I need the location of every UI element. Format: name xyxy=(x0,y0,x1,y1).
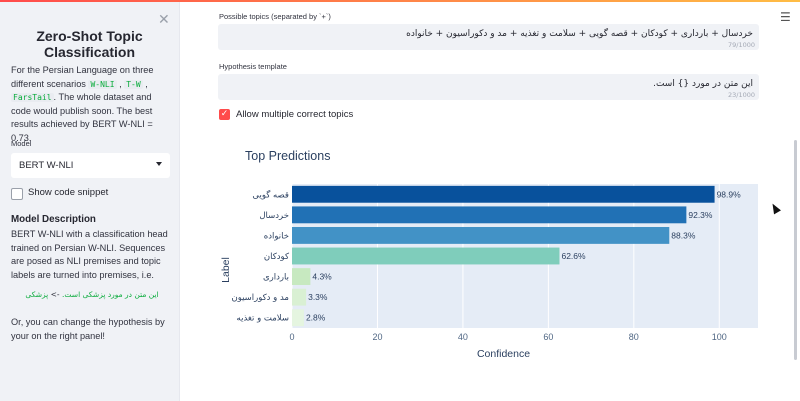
y-tick-label: مد و دکوراسیون xyxy=(231,293,289,303)
bar-value-label: 92.3% xyxy=(688,210,713,220)
y-tick-label: بارداری xyxy=(263,273,289,283)
arrow-icon: -> xyxy=(50,290,60,299)
model-select[interactable]: BERT W-NLI xyxy=(11,153,170,178)
scenario-code-farstail: FarsTail xyxy=(11,93,54,102)
x-tick-label: 40 xyxy=(458,332,468,342)
bar-value-label: 88.3% xyxy=(671,230,696,240)
x-axis-label: Confidence xyxy=(477,348,530,360)
show-code-checkbox[interactable] xyxy=(11,188,23,200)
sidebar-intro: For the Persian Language on three differ… xyxy=(11,65,154,143)
chevron-down-icon xyxy=(156,162,162,166)
example-hypothesis: این متن در مورد پزشکی است. xyxy=(62,290,159,299)
x-tick-label: 20 xyxy=(372,332,382,342)
x-tick-label: 0 xyxy=(289,332,294,342)
close-sidebar-icon[interactable]: ✕ xyxy=(158,12,170,28)
bar-value-label: 3.3% xyxy=(308,292,328,302)
multiple-topics-label: Allow multiple correct topics xyxy=(236,109,354,120)
x-tick-label: 80 xyxy=(629,332,639,342)
y-axis-label: Label xyxy=(220,257,232,283)
y-tick-label: قصه گویی xyxy=(252,189,289,200)
y-tick-label: خردسال xyxy=(259,211,289,221)
x-tick-label: 100 xyxy=(712,332,727,342)
bar-value-label: 2.8% xyxy=(306,313,326,323)
mouse-cursor-icon xyxy=(769,201,781,215)
topics-label: Possible topics (separated by `+`) xyxy=(219,12,331,21)
hypothesis-value: این متن در مورد {} است. xyxy=(653,79,753,89)
model-description-heading: Model Description xyxy=(11,214,96,225)
sidebar-outro: Or, you can change the hypothesis by you… xyxy=(11,317,165,341)
bar[interactable] xyxy=(292,288,307,306)
x-tick-label: 60 xyxy=(543,332,553,342)
chart-title: Top Predictions xyxy=(245,149,331,163)
y-tick-label: کودکان xyxy=(264,252,290,262)
y-tick-label: سلامت و تغذیه xyxy=(237,314,289,324)
scenario-code-w-nli: W-NLI xyxy=(88,79,117,89)
predictions-chart: قصه گویی خردسال خانواده کودکان بارداری مد و د… xyxy=(220,184,758,360)
scenario-code-t-w: T-W xyxy=(124,79,143,89)
model-description-text: BERT W-NLI with a classification head tr… xyxy=(11,229,168,280)
bar[interactable] xyxy=(292,309,304,327)
hypothesis-label: Hypothesis template xyxy=(219,62,287,71)
multiple-topics-checkbox[interactable]: ✓ xyxy=(219,109,230,120)
bar[interactable] xyxy=(292,185,715,203)
topics-value: خردسال + بارداری + کودکان + قصه گویی + س… xyxy=(406,29,753,39)
topics-char-count: 79/1000 xyxy=(727,41,755,49)
bar[interactable] xyxy=(292,268,311,286)
sidebar: ✕ Zero-Shot Topic Classification For the… xyxy=(0,2,180,401)
bar[interactable] xyxy=(292,226,670,244)
hypothesis-char-count: 23/1000 xyxy=(727,91,755,99)
sidebar-title: Zero-Shot Topic Classification xyxy=(36,28,143,60)
bar-value-label: 98.9% xyxy=(717,189,742,199)
example-mapping: این متن در مورد پزشکی است. -> پزشکی xyxy=(11,290,173,299)
bar-value-label: 4.3% xyxy=(312,272,332,282)
topics-textarea[interactable]: خردسال + بارداری + کودکان + قصه گویی + س… xyxy=(218,24,759,50)
example-label: پزشکی xyxy=(25,290,49,299)
scrollbar[interactable] xyxy=(794,140,797,360)
bar[interactable] xyxy=(292,247,560,265)
hamburger-menu-icon[interactable]: ☰ xyxy=(780,10,791,24)
model-select-value: BERT W-NLI xyxy=(19,160,74,171)
bar-value-label: 62.6% xyxy=(561,251,586,261)
model-label: Model xyxy=(11,139,32,148)
bar[interactable] xyxy=(292,206,687,224)
y-tick-label: خانواده xyxy=(264,231,289,241)
show-code-label: Show code snippet xyxy=(28,187,109,198)
hypothesis-textarea[interactable]: این متن در مورد {} است. 23/1000 xyxy=(218,74,759,100)
